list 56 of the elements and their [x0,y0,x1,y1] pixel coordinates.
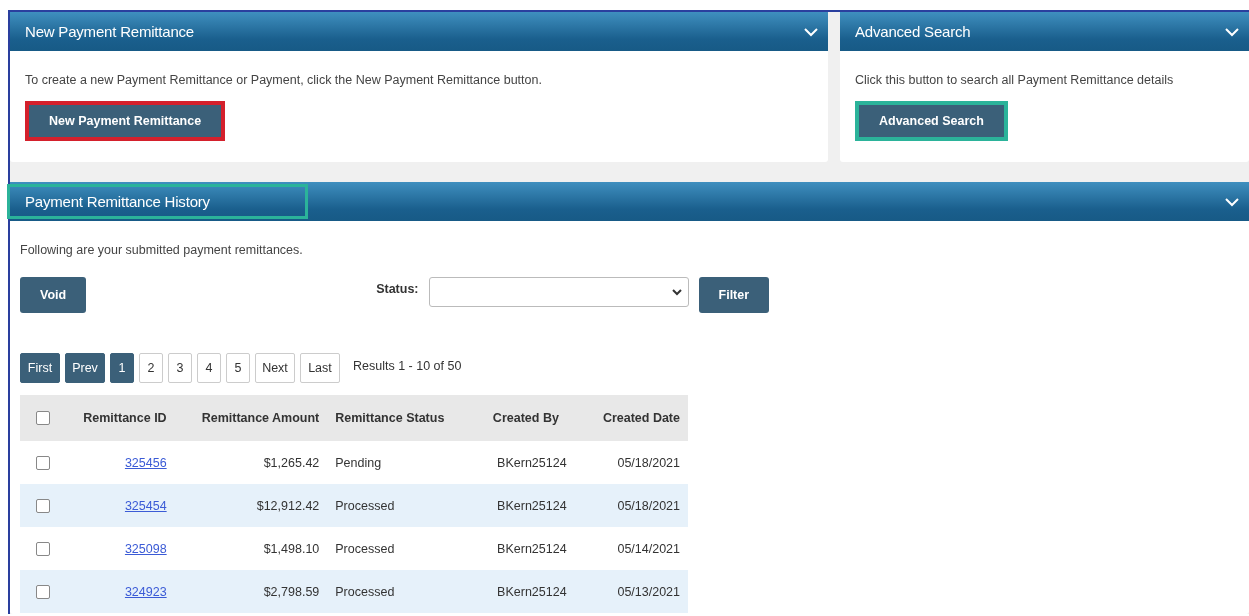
column-header: Remittance Status [327,395,471,441]
panel-title: Payment Remittance History [10,187,305,216]
page-button[interactable]: 2 [139,353,163,383]
column-header: Remittance Amount [174,395,328,441]
column-header: Created By [470,395,582,441]
column-header: Created Date [581,395,688,441]
table-cell: 05/13/2021 [617,584,680,599]
table-cell: BKern25124 [497,455,567,470]
row-checkbox[interactable] [36,455,50,470]
void-button[interactable]: Void [20,277,87,313]
chevron-down-icon[interactable] [1225,197,1239,207]
pager-button[interactable]: First [20,353,60,383]
instruction-text: Following are your submitted payment remittances. [20,243,304,257]
table-cell: 05/18/2021 [617,498,680,513]
status-label: Status: [376,282,419,296]
row-checkbox[interactable] [36,541,50,556]
filter-button[interactable]: Filter [698,277,770,313]
chevron-down-icon [671,288,682,296]
new-remittance-button[interactable]: New Payment Remittance [29,105,222,137]
page-button[interactable]: 4 [197,353,221,383]
table-cell: Processed [335,498,395,513]
table-cell: Processed [335,541,395,556]
pager-button[interactable]: Prev [65,353,105,383]
column-header: Remittance ID [61,395,175,441]
remittance-id-link[interactable]: 325454 [124,498,167,513]
table-cell: Pending [335,455,382,470]
remittance-id-link[interactable]: 324923 [124,584,167,599]
table-cell: $2,798.59 [263,584,320,599]
page-button[interactable]: 1 [110,353,134,383]
table-cell: Processed [335,584,395,599]
page-button[interactable]: 5 [226,353,250,383]
results-count: Results 1 - 10 of 50 [353,359,462,373]
advanced-search-button[interactable]: Advanced Search [859,105,1004,137]
select-all-checkbox[interactable] [36,411,50,426]
status-select[interactable] [428,277,689,307]
instruction-text: Click this button to search all Payment Remittance details [855,73,1175,87]
table-cell: 05/18/2021 [617,455,680,470]
panel-title: Advanced Search [854,22,972,42]
panel-title: New Payment Remittance [24,22,195,42]
table-cell: $1,498.10 [263,541,320,556]
table-cell: BKern25124 [497,541,567,556]
table-cell: $12,912.42 [256,498,320,513]
pager-button[interactable]: Last [300,353,340,383]
table-cell: BKern25124 [497,584,567,599]
remittance-id-link[interactable]: 325456 [124,455,167,470]
chevron-down-icon[interactable] [804,27,818,37]
page-button[interactable]: 3 [168,353,192,383]
instruction-text: To create a new Payment Remittance or Payment, click the New Payment Remittance button. [25,73,543,87]
table-cell: 05/14/2021 [617,541,680,556]
row-checkbox[interactable] [36,498,50,513]
table-cell: $1,265.42 [263,455,320,470]
row-checkbox[interactable] [36,584,50,599]
table-cell: BKern25124 [497,498,567,513]
chevron-down-icon[interactable] [1225,27,1239,37]
pager-button[interactable]: Next [255,353,295,383]
remittance-id-link[interactable]: 325098 [124,541,167,556]
